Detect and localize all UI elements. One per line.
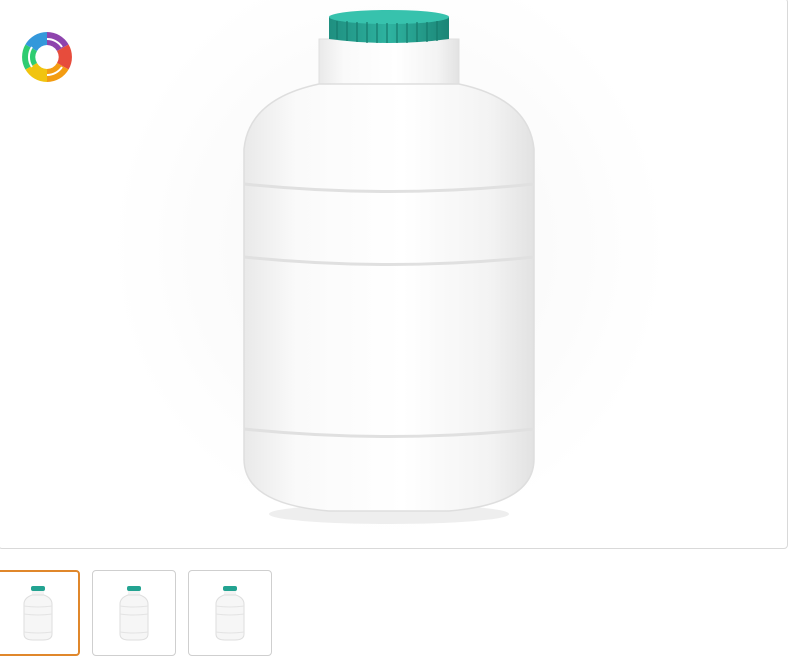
- main-image-viewer[interactable]: [0, 0, 788, 549]
- thumbnail-2[interactable]: [92, 570, 176, 656]
- brand-logo-icon: [22, 32, 72, 82]
- jerrycan-thumbnail-icon: [119, 586, 149, 641]
- thumbnail-3[interactable]: [188, 570, 272, 656]
- jerrycan-thumbnail-icon: [215, 586, 245, 641]
- jerrycan-thumbnail-icon: [23, 586, 53, 641]
- thumbnail-1[interactable]: [0, 570, 80, 656]
- product-image: [243, 10, 535, 524]
